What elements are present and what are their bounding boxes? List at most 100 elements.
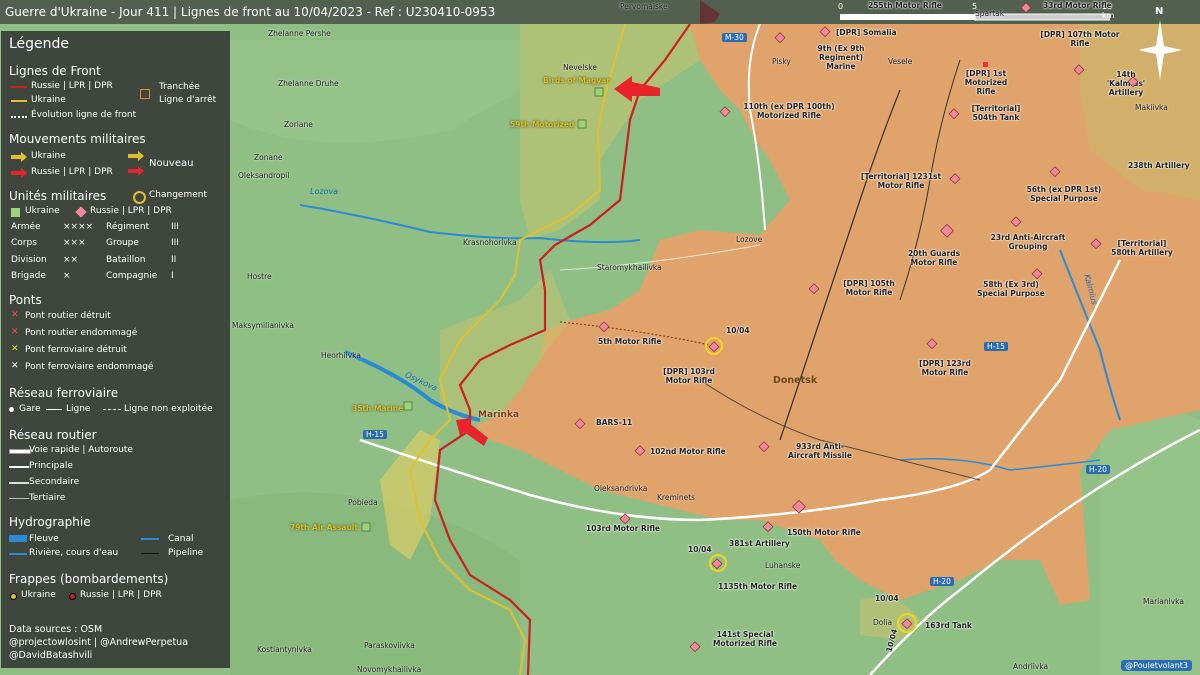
legend-move-russia: Russie | LPR | DPR bbox=[31, 167, 113, 177]
russia-unit-label[interactable]: 9th (Ex 9th Regiment) Marine bbox=[804, 44, 878, 71]
legend-echelon: Armée bbox=[11, 222, 41, 232]
legend-unit-russia: Russie | LPR | DPR bbox=[90, 206, 172, 216]
russia-unit-label[interactable]: 1135th Motor Rifle bbox=[718, 582, 797, 591]
legend-bridge: Pont routier détruit bbox=[25, 311, 111, 321]
town-label: Zhelanne Druhe bbox=[278, 79, 339, 88]
russia-unit-label[interactable]: 23rd Anti-Aircraft Grouping bbox=[986, 233, 1070, 251]
legend-trench: Tranchée bbox=[159, 82, 200, 92]
legend-title: Légende bbox=[9, 36, 70, 52]
russia-unit-label[interactable]: [Territorial] 580th Artillery bbox=[1108, 239, 1176, 257]
legend-road: Tertiaire bbox=[29, 493, 66, 503]
russia-unit-label[interactable]: 150th Motor Rifle bbox=[787, 528, 861, 537]
legend-fleuve: Fleuve bbox=[29, 534, 59, 544]
change-circle-icon bbox=[133, 191, 146, 204]
legend-front-ukraine: Ukraine bbox=[31, 95, 66, 105]
legend-echelon-symbol: III bbox=[171, 222, 179, 232]
russia-unit-label[interactable]: 5th Motor Rifle bbox=[598, 337, 661, 346]
russia-unit-label[interactable]: [DPR] 103rd Motor Rifle bbox=[652, 367, 726, 385]
pipeline-swatch bbox=[141, 553, 159, 554]
russia-unit-label[interactable]: 14th 'Kalmius' Artillery bbox=[1096, 70, 1156, 97]
russia-unit-label[interactable]: 255th Motor Rifle bbox=[868, 1, 942, 10]
legend-echelon-symbol: I bbox=[171, 271, 174, 281]
town-label: Oleksandropil bbox=[238, 171, 290, 180]
ukraine-unit-label[interactable]: 59th Motorized bbox=[510, 120, 574, 129]
legend-change: Changement bbox=[149, 190, 207, 200]
russia-unit-label[interactable]: 102nd Motor Rifle bbox=[650, 447, 726, 456]
russia-unit-label[interactable]: 933rd Anti-Aircraft Missile bbox=[782, 442, 858, 460]
town-label: Zonane bbox=[254, 153, 283, 162]
town-label: Kreminets bbox=[657, 493, 696, 502]
town-label: Pobieda bbox=[348, 498, 378, 507]
legend-bridge: Pont ferroviaire endommagé bbox=[25, 362, 154, 372]
ukraine-arrow-icon bbox=[11, 152, 27, 165]
new-russia-arrow-icon bbox=[128, 166, 144, 179]
russia-unit-label[interactable]: [DPR] Somalia bbox=[836, 28, 897, 37]
road-bridge-damaged-icon: ✕ bbox=[11, 327, 19, 337]
author-handle: @Pouletvolant3 bbox=[1121, 660, 1192, 671]
russia-unit-label[interactable]: 381st Artillery bbox=[729, 539, 790, 548]
legend-panel: Légende Lignes de Front Russie | LPR | D… bbox=[1, 31, 230, 668]
road-shield: H-20 bbox=[1086, 465, 1110, 474]
legend-canal: Canal bbox=[168, 534, 194, 544]
change-date-label: 10/04 bbox=[688, 545, 712, 554]
legend-echelon: Groupe bbox=[106, 238, 139, 248]
russia-unit-label[interactable]: [Territorial] 504th Tank bbox=[965, 104, 1027, 122]
russia-unit-label[interactable]: 141st Special Motorized Rifle bbox=[711, 630, 779, 648]
russia-unit-label[interactable]: 103rd Motor Rifle bbox=[586, 524, 660, 533]
legend-echelon: Corps bbox=[11, 238, 37, 248]
russia-unit-label[interactable]: [DPR] 123rd Motor Rifle bbox=[917, 359, 973, 377]
town-label: Krasnohorivka bbox=[463, 238, 517, 247]
stream-swatch bbox=[9, 553, 27, 555]
legend-road: Principale bbox=[29, 461, 73, 471]
north-label: N bbox=[1155, 6, 1164, 17]
legend-rail-unused: Ligne non exploitée bbox=[124, 404, 213, 414]
secondary-road-swatch bbox=[9, 482, 29, 484]
ukraine-unit-label[interactable]: 79th Air Assault bbox=[290, 523, 358, 532]
russia-unit-label[interactable]: BARS-11 bbox=[596, 418, 632, 427]
legend-bridge: Pont routier endommagé bbox=[25, 328, 138, 338]
change-date-label: 10/04 bbox=[875, 594, 899, 603]
russia-unit-label[interactable]: 20th Guards Motor Rifle bbox=[896, 249, 972, 267]
source-line: Data sources : OSM bbox=[9, 624, 103, 635]
legend-bridge: Pont ferroviaire détruit bbox=[25, 345, 127, 355]
change-date-label: 10/04 bbox=[726, 326, 750, 335]
russia-unit-label[interactable]: [DPR] 107th Motor Rifle bbox=[1040, 30, 1120, 48]
legend-movements-title: Mouvements militaires bbox=[9, 132, 146, 146]
russia-unit-label[interactable]: 238th Artillery bbox=[1128, 161, 1190, 170]
russia-unit-label[interactable]: 58th (Ex 3rd) Special Purpose bbox=[974, 280, 1048, 298]
main-road-swatch bbox=[9, 466, 29, 468]
russia-unit-label[interactable]: [DPR] 105th Motor Rifle bbox=[830, 279, 908, 297]
russia-unit-label[interactable]: [DPR] 1st Motorized Rifle bbox=[955, 69, 1017, 96]
source-line: @projectowlosint | @AndrewPerpetua bbox=[9, 637, 189, 648]
russia-unit-label[interactable]: 56th (ex DPR 1st) Special Purpose bbox=[1022, 185, 1106, 203]
ukraine-unit-label[interactable]: Birds of Magyar bbox=[543, 76, 610, 85]
legend-roads-title: Réseau routier bbox=[9, 428, 97, 442]
legend-echelon-symbol: ××× bbox=[63, 238, 86, 248]
russia-unit-label[interactable]: 33rd Motor Rifle bbox=[1043, 1, 1112, 10]
town-label: Heorhiivka bbox=[321, 351, 361, 360]
russia-unit-label[interactable]: 163rd Tank bbox=[925, 621, 972, 630]
town-label: Lozove bbox=[736, 235, 763, 244]
town-label: Novomykhailivka bbox=[357, 665, 422, 674]
legend-echelon: Brigade bbox=[11, 271, 46, 281]
russia-unit-label[interactable]: [Territorial] 1231st Motor Rifle bbox=[860, 172, 942, 190]
road-shield: H-15 bbox=[984, 342, 1008, 351]
canal-swatch bbox=[141, 538, 159, 540]
data-sources: Data sources : OSM @projectowlosint | @A… bbox=[9, 623, 188, 662]
legend-echelon: Division bbox=[11, 255, 47, 265]
russia-strike-icon bbox=[69, 593, 76, 600]
road-shield: H-15 bbox=[363, 430, 387, 439]
town-label: Oleksandrivka bbox=[594, 484, 648, 493]
tertiary-road-swatch bbox=[9, 498, 29, 499]
fleuve-swatch bbox=[9, 535, 27, 542]
legend-road: Secondaire bbox=[29, 477, 80, 487]
legend-units-title: Unités militaires bbox=[9, 189, 107, 203]
russia-unit-label[interactable]: 110th (ex DPR 100th) Motorized Rifle bbox=[742, 102, 836, 120]
russia-unit-icon bbox=[75, 206, 87, 218]
legend-front-russia: Russie | LPR | DPR bbox=[31, 81, 113, 91]
town-label: Pisky bbox=[772, 57, 791, 66]
town-label: Zhelanne Pershe bbox=[268, 29, 331, 38]
ukraine-unit-label[interactable]: 35th Marine bbox=[352, 404, 403, 413]
legend-strike-russia: Russie | LPR | DPR bbox=[80, 590, 162, 600]
legend-move-new: Nouveau bbox=[149, 158, 194, 169]
